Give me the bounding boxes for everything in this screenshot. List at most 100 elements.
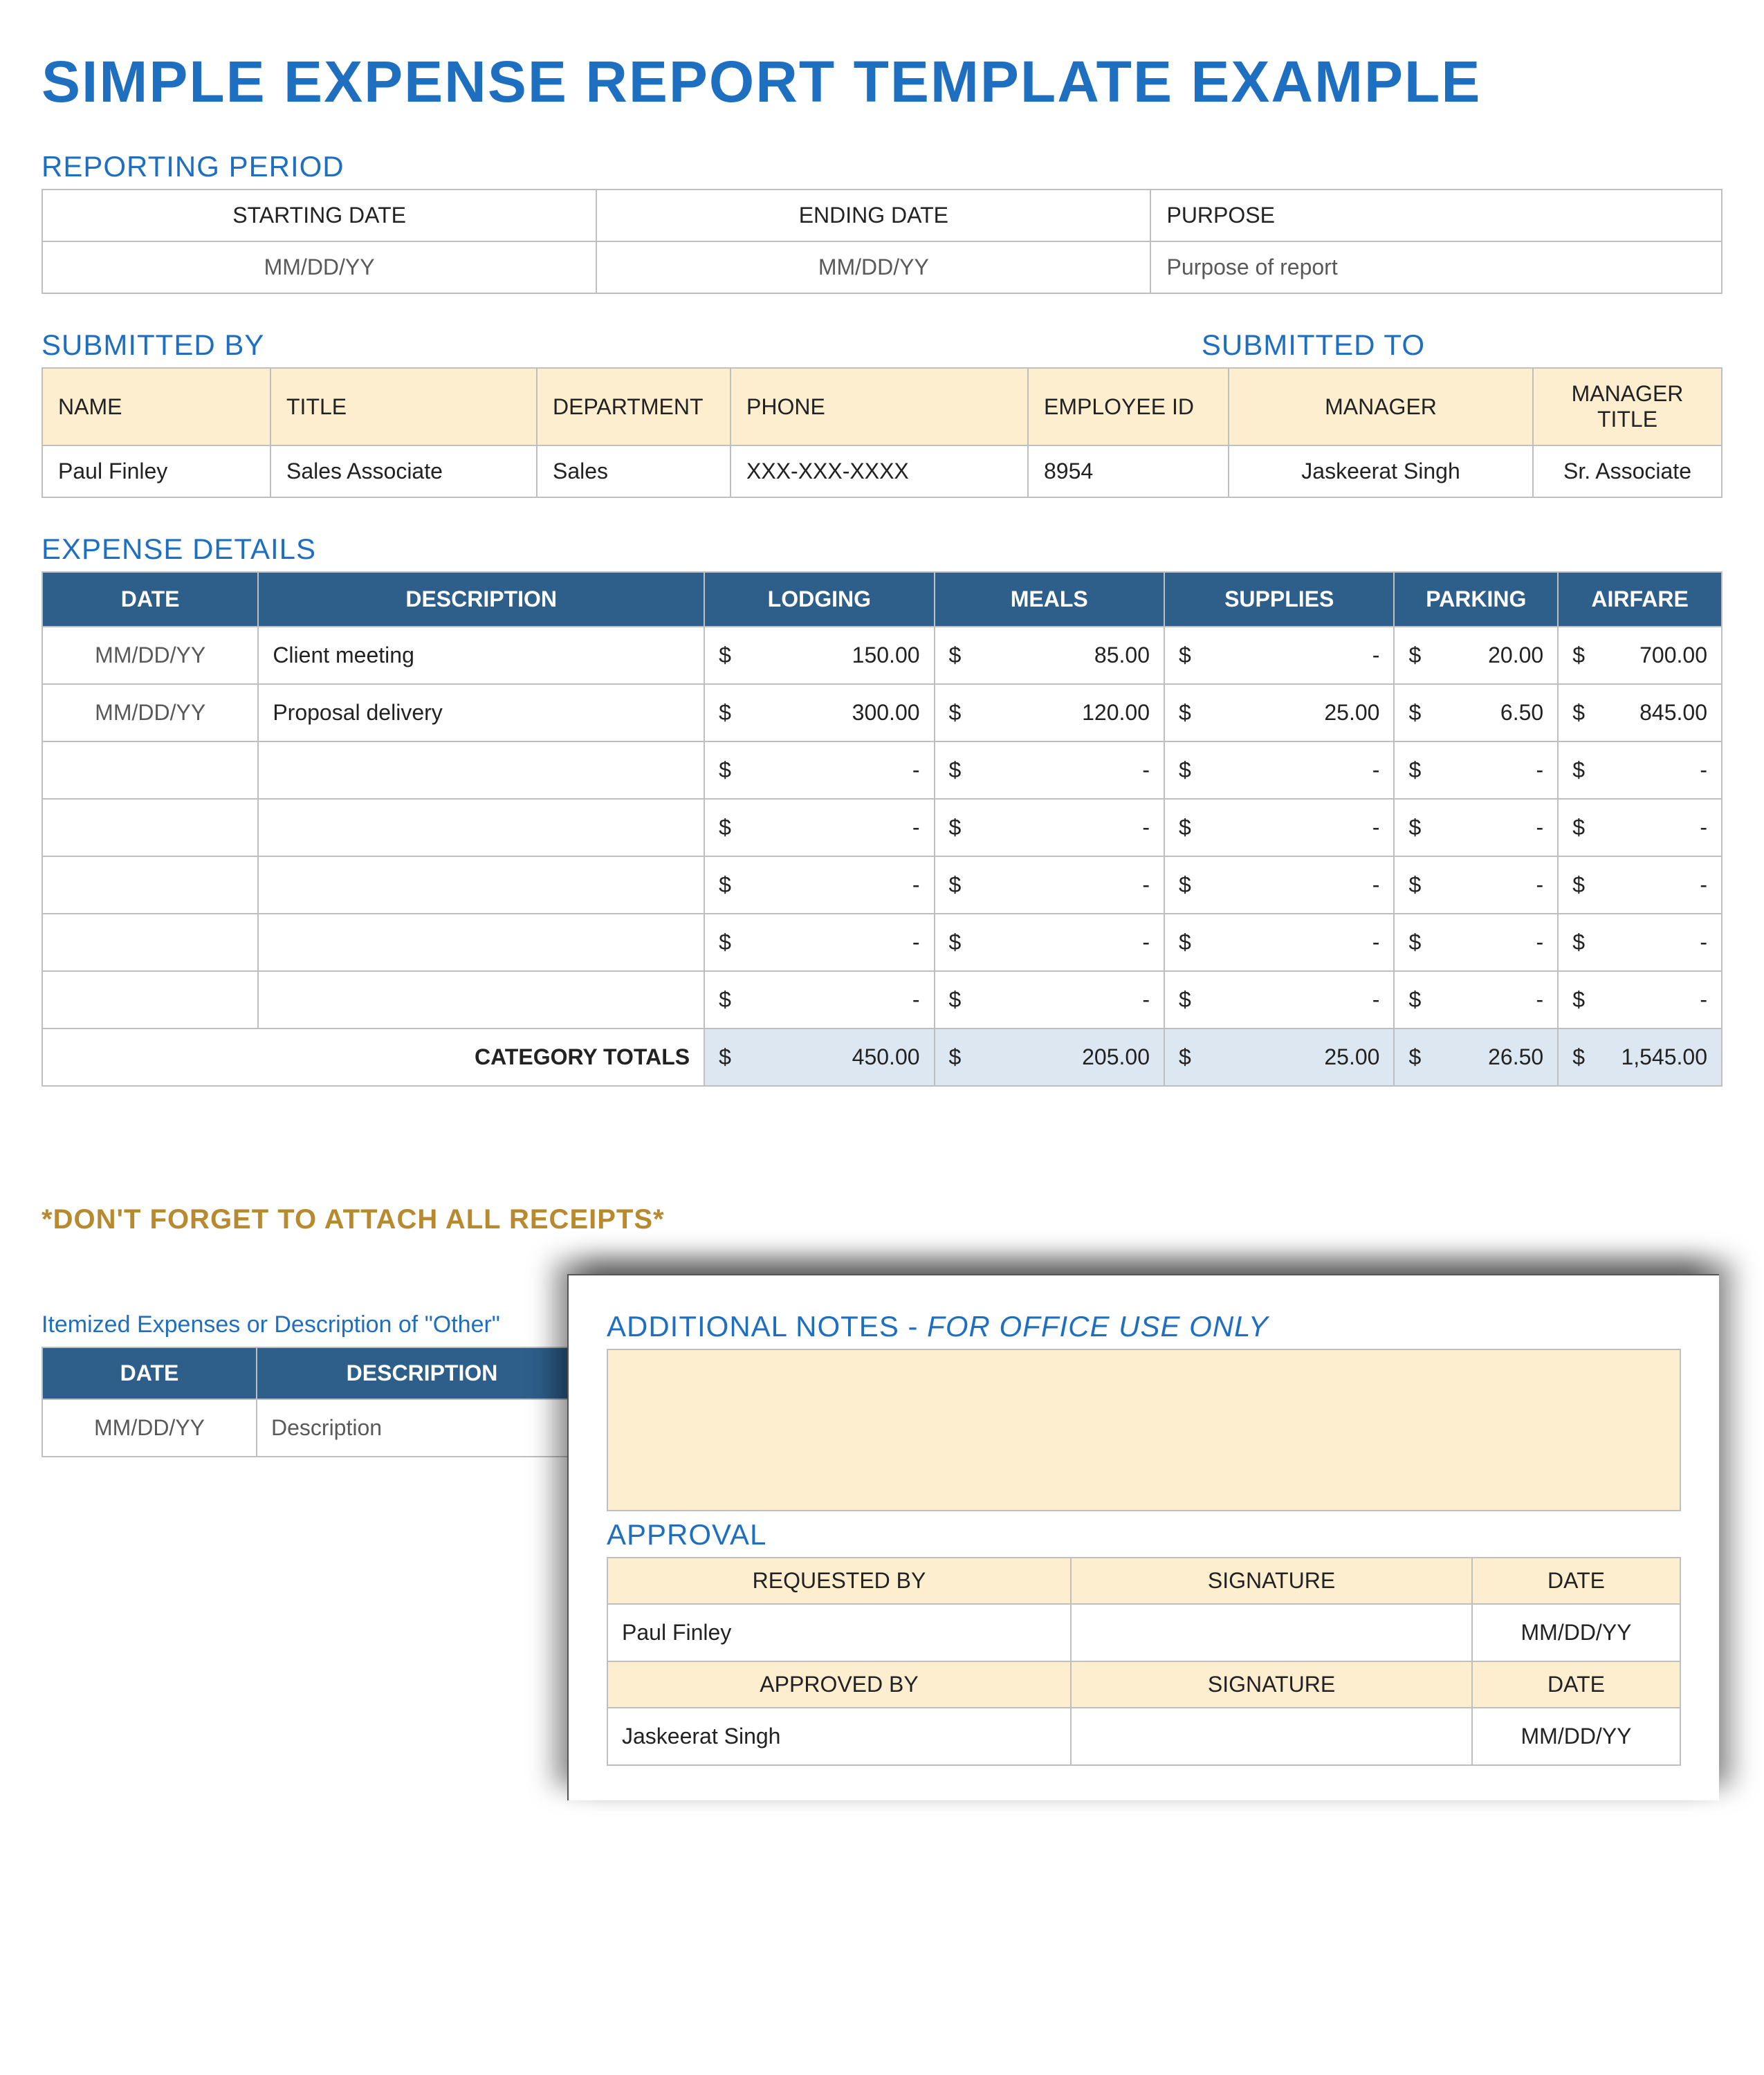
ending-date-value[interactable]: MM/DD/YY (596, 241, 1150, 293)
expense-airfare[interactable]: $- (1558, 741, 1722, 799)
expense-lodging[interactable]: $150.00 (704, 627, 934, 684)
total-supplies: $25.00 (1164, 1029, 1394, 1086)
total-meals: $205.00 (935, 1029, 1164, 1086)
purpose-value[interactable]: Purpose of report (1150, 241, 1722, 293)
date-2[interactable]: MM/DD/YY (1472, 1708, 1680, 1765)
name-value[interactable]: Paul Finley (42, 445, 270, 497)
submitted-to-label: SUBMITTED TO (1202, 329, 1425, 362)
expense-meals[interactable]: $- (935, 741, 1164, 799)
requested-by-value[interactable]: Paul Finley (607, 1604, 1071, 1661)
purpose-header: PURPOSE (1150, 190, 1722, 241)
reporting-period-label: REPORTING PERIOD (42, 150, 1722, 183)
expense-airfare[interactable]: $- (1558, 971, 1722, 1029)
receipts-reminder: *DON'T FORGET TO ATTACH ALL RECEIPTS* (42, 1204, 1722, 1235)
expense-parking[interactable]: $- (1394, 971, 1558, 1029)
starting-date-header: STARTING DATE (42, 190, 596, 241)
expense-supplies[interactable]: $- (1164, 971, 1394, 1029)
expense-desc[interactable]: Client meeting (258, 627, 704, 684)
expense-desc[interactable] (258, 741, 704, 799)
expense-row[interactable]: $-$-$-$-$- (42, 741, 1722, 799)
expense-meals[interactable]: $85.00 (935, 627, 1164, 684)
expense-parking[interactable]: $6.50 (1394, 684, 1558, 741)
expense-date[interactable] (42, 971, 258, 1029)
total-lodging: $450.00 (704, 1029, 934, 1086)
expense-row[interactable]: MM/DD/YYClient meeting$150.00$85.00$-$20… (42, 627, 1722, 684)
expense-supplies[interactable]: $- (1164, 856, 1394, 914)
additional-notes-box[interactable] (607, 1349, 1681, 1511)
expense-meals[interactable]: $- (935, 799, 1164, 856)
expense-supplies[interactable]: $25.00 (1164, 684, 1394, 741)
manager-value[interactable]: Jaskeerat Singh (1229, 445, 1533, 497)
expense-supplies[interactable]: $- (1164, 914, 1394, 971)
office-use-popup: ADDITIONAL NOTES - FOR OFFICE USE ONLY A… (567, 1274, 1719, 1800)
signature-2[interactable] (1071, 1708, 1472, 1765)
total-airfare: $1,545.00 (1558, 1029, 1722, 1086)
expense-parking[interactable]: $- (1394, 741, 1558, 799)
additional-notes-label: ADDITIONAL NOTES - FOR OFFICE USE ONLY (607, 1310, 1681, 1343)
expense-airfare[interactable]: $- (1558, 914, 1722, 971)
expense-parking[interactable]: $20.00 (1394, 627, 1558, 684)
phone-value[interactable]: XXX-XXX-XXXX (731, 445, 1028, 497)
expense-supplies[interactable]: $- (1164, 741, 1394, 799)
col-supplies: SUPPLIES (1164, 572, 1394, 627)
col-airfare: AIRFARE (1558, 572, 1722, 627)
expense-desc[interactable] (258, 914, 704, 971)
date-header-1: DATE (1472, 1558, 1680, 1604)
expense-date[interactable] (42, 914, 258, 971)
expense-row[interactable]: $-$-$-$-$- (42, 799, 1722, 856)
expense-date[interactable] (42, 856, 258, 914)
employee-id-value[interactable]: 8954 (1028, 445, 1229, 497)
expense-date[interactable] (42, 799, 258, 856)
expense-meals[interactable]: $120.00 (935, 684, 1164, 741)
signature-1[interactable] (1071, 1604, 1472, 1661)
expense-supplies[interactable]: $- (1164, 627, 1394, 684)
expense-meals[interactable]: $- (935, 914, 1164, 971)
expense-lodging[interactable]: $- (704, 856, 934, 914)
expense-row[interactable]: MM/DD/YYProposal delivery$300.00$120.00$… (42, 684, 1722, 741)
expense-parking[interactable]: $- (1394, 914, 1558, 971)
expense-airfare[interactable]: $845.00 (1558, 684, 1722, 741)
expense-airfare[interactable]: $- (1558, 856, 1722, 914)
expense-airfare[interactable]: $- (1558, 799, 1722, 856)
expense-lodging[interactable]: $- (704, 799, 934, 856)
expense-meals[interactable]: $- (935, 856, 1164, 914)
notes-label-part1: ADDITIONAL NOTES - (607, 1310, 927, 1343)
expense-date[interactable] (42, 741, 258, 799)
expense-parking[interactable]: $- (1394, 799, 1558, 856)
expense-parking[interactable]: $- (1394, 856, 1558, 914)
itemized-row[interactable]: MM/DD/YY Description (42, 1399, 587, 1457)
expense-date[interactable]: MM/DD/YY (42, 627, 258, 684)
expense-meals[interactable]: $- (935, 971, 1164, 1029)
manager-header: MANAGER (1229, 368, 1533, 445)
expense-desc[interactable] (258, 971, 704, 1029)
date-header-2: DATE (1472, 1661, 1680, 1708)
category-totals-row: CATEGORY TOTALS $450.00 $205.00 $25.00 $… (42, 1029, 1722, 1086)
expense-date[interactable]: MM/DD/YY (42, 684, 258, 741)
submitted-table: NAME TITLE DEPARTMENT PHONE EMPLOYEE ID … (42, 367, 1722, 498)
itemized-desc[interactable]: Description (257, 1399, 587, 1457)
expense-airfare[interactable]: $700.00 (1558, 627, 1722, 684)
expense-row[interactable]: $-$-$-$-$- (42, 971, 1722, 1029)
col-date: DATE (42, 572, 258, 627)
title-value[interactable]: Sales Associate (270, 445, 537, 497)
expense-lodging[interactable]: $- (704, 971, 934, 1029)
col-parking: PARKING (1394, 572, 1558, 627)
expense-supplies[interactable]: $- (1164, 799, 1394, 856)
expense-row[interactable]: $-$-$-$-$- (42, 914, 1722, 971)
department-value[interactable]: Sales (537, 445, 731, 497)
approved-by-value[interactable]: Jaskeerat Singh (607, 1708, 1071, 1765)
expense-lodging[interactable]: $- (704, 741, 934, 799)
date-1[interactable]: MM/DD/YY (1472, 1604, 1680, 1661)
col-meals: MEALS (935, 572, 1164, 627)
expense-lodging[interactable]: $300.00 (704, 684, 934, 741)
expense-desc[interactable] (258, 856, 704, 914)
expense-row[interactable]: $-$-$-$-$- (42, 856, 1722, 914)
starting-date-value[interactable]: MM/DD/YY (42, 241, 596, 293)
notes-label-part2: FOR OFFICE USE ONLY (927, 1310, 1269, 1343)
expense-desc[interactable] (258, 799, 704, 856)
expense-desc[interactable]: Proposal delivery (258, 684, 704, 741)
expense-lodging[interactable]: $- (704, 914, 934, 971)
col-lodging: LODGING (704, 572, 934, 627)
itemized-date[interactable]: MM/DD/YY (42, 1399, 257, 1457)
manager-title-value[interactable]: Sr. Associate (1533, 445, 1722, 497)
